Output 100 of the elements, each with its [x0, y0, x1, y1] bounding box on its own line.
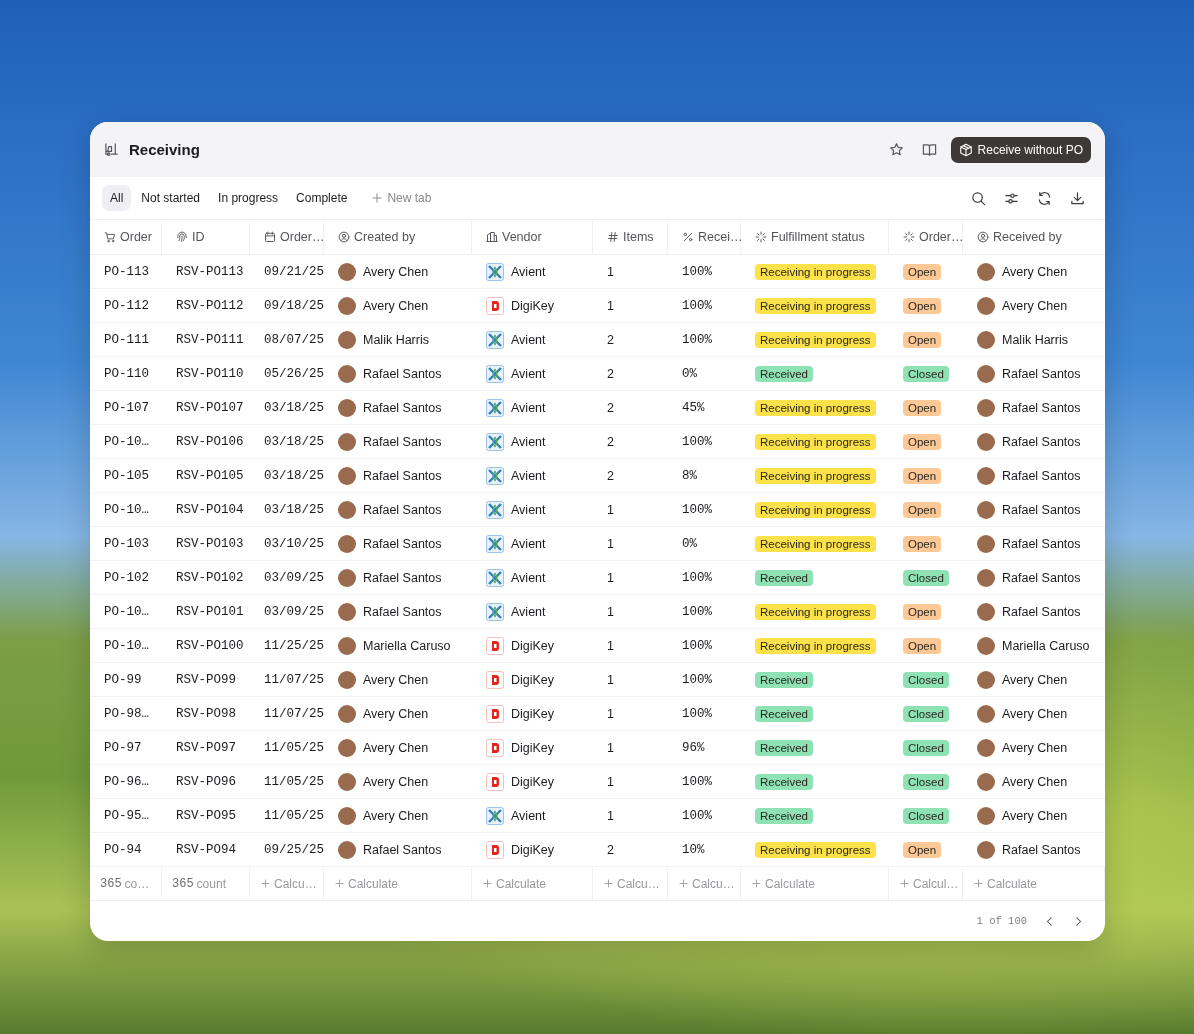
- received-percent: 100%: [682, 332, 712, 347]
- fulfillment-status-tag: Received: [755, 807, 813, 824]
- vendor-name: Avient: [511, 332, 546, 347]
- square-logo-icon: [486, 840, 504, 859]
- cross-logo-icon: [486, 262, 504, 281]
- view-tab[interactable]: In progress: [210, 185, 287, 211]
- received-percent: 10%: [682, 842, 705, 857]
- avatar: [977, 330, 995, 349]
- avatar: [338, 636, 356, 655]
- received-percent: 8%: [682, 468, 697, 483]
- order-date: 03/18/25: [264, 502, 324, 517]
- fulfillment-status-tag: Receiving in progress: [755, 637, 876, 654]
- order-date: 03/10/25: [264, 536, 324, 551]
- creator-name: Avery Chen: [363, 808, 429, 823]
- avatar: [977, 398, 995, 417]
- avatar: [338, 262, 356, 281]
- spinner-icon: [755, 231, 767, 243]
- cross-logo-icon: [486, 500, 504, 519]
- fulfillment-status-tag: Receiving in progress: [755, 467, 876, 484]
- order-status-tag: Closed: [903, 705, 949, 722]
- cross-logo-icon: [486, 330, 504, 349]
- receiver-name: Rafael Santos: [1002, 842, 1081, 857]
- received-percent: 100%: [682, 672, 712, 687]
- view-tab[interactable]: All: [102, 185, 132, 211]
- order-date: 05/26/25: [264, 366, 324, 381]
- creator-name: Rafael Santos: [363, 536, 442, 551]
- vendor-name: DigiKey: [511, 740, 555, 755]
- avatar: [338, 534, 356, 553]
- row-count: 365: [100, 876, 122, 891]
- order-number: PO-10…: [104, 502, 149, 517]
- received-percent: 100%: [682, 774, 712, 789]
- receive-without-po-button[interactable]: Receive without PO: [950, 136, 1091, 163]
- row-count: 365: [172, 876, 194, 891]
- receipt-id: RSV-PO111: [176, 332, 244, 347]
- order-number: PO-96…: [104, 774, 149, 789]
- order-number: PO-95…: [104, 808, 149, 823]
- receipt-id: RSV-PO107: [176, 400, 244, 415]
- column-header[interactable]: ID: [162, 220, 250, 255]
- creator-name: Malik Harris: [363, 332, 429, 347]
- plus-icon: [603, 878, 614, 889]
- order-status-tag: Open: [903, 297, 942, 314]
- book-icon: [921, 142, 937, 157]
- fulfillment-status-tag: Received: [755, 365, 813, 382]
- item-count: 1: [607, 672, 614, 687]
- column-header[interactable]: Order: [90, 220, 162, 255]
- order-number: PO-112: [104, 298, 149, 313]
- column-header[interactable]: Order…: [250, 220, 324, 255]
- receiver-name: Malik Harris: [1002, 332, 1068, 347]
- vendor-name: Avient: [511, 434, 546, 449]
- received-percent: 0%: [682, 366, 697, 381]
- received-percent: 100%: [682, 638, 712, 653]
- view-tab[interactable]: Complete: [288, 185, 356, 211]
- receiver-name: Rafael Santos: [1002, 468, 1081, 483]
- item-count: 1: [607, 638, 614, 653]
- vendor-name: DigiKey: [511, 638, 555, 653]
- new-tab-button[interactable]: New tab: [363, 185, 440, 211]
- order-date: 11/05/25: [264, 774, 324, 789]
- order-status-tag: Open: [903, 637, 942, 654]
- cross-logo-icon: [486, 398, 504, 417]
- creator-name: Rafael Santos: [363, 502, 442, 517]
- order-number: PO-99: [104, 672, 142, 687]
- order-number: PO-110: [104, 366, 149, 381]
- received-percent: 100%: [682, 706, 712, 721]
- receipt-id: RSV-PO106: [176, 434, 244, 449]
- receipt-id: RSV-PO103: [176, 536, 244, 551]
- user-circle-icon: [977, 231, 989, 243]
- avatar: [977, 738, 995, 757]
- creator-name: Rafael Santos: [363, 468, 442, 483]
- receipt-id: RSV-PO101: [176, 604, 244, 619]
- fulfillment-status-tag: Received: [755, 569, 813, 586]
- order-date: 03/18/25: [264, 468, 324, 483]
- order-status-tag: Closed: [903, 365, 949, 382]
- order-status-tag: Open: [903, 535, 942, 552]
- avatar: [338, 296, 356, 315]
- column-header[interactable]: Created by: [324, 220, 472, 255]
- column-header[interactable]: Fulfillment status: [741, 220, 889, 255]
- avatar: [338, 330, 356, 349]
- received-percent: 100%: [682, 502, 712, 517]
- plus-icon: [899, 878, 910, 889]
- plus-icon: [260, 878, 271, 889]
- plus-icon: [482, 878, 493, 889]
- received-percent: 100%: [682, 434, 712, 449]
- cross-logo-icon: [486, 466, 504, 485]
- order-status-tag: Closed: [903, 807, 949, 824]
- column-header[interactable]: Vendor: [472, 220, 593, 255]
- order-date: 11/07/25: [264, 706, 324, 721]
- avatar: [338, 806, 356, 825]
- receipt-id: RSV-PO105: [176, 468, 244, 483]
- order-status-tag: Open: [903, 467, 942, 484]
- vendor-name: Avient: [511, 536, 546, 551]
- column-header[interactable]: Items: [593, 220, 668, 255]
- column-header[interactable]: Received by: [963, 220, 1105, 255]
- creator-name: Rafael Santos: [363, 604, 442, 619]
- receiver-name: Avery Chen: [1002, 264, 1068, 279]
- order-number: PO-102: [104, 570, 149, 585]
- cross-logo-icon: [486, 432, 504, 451]
- view-tab[interactable]: Not started: [133, 185, 209, 211]
- column-header[interactable]: Recei…: [668, 220, 741, 255]
- order-status-tag: Closed: [903, 739, 949, 756]
- column-header[interactable]: Order…: [889, 220, 963, 255]
